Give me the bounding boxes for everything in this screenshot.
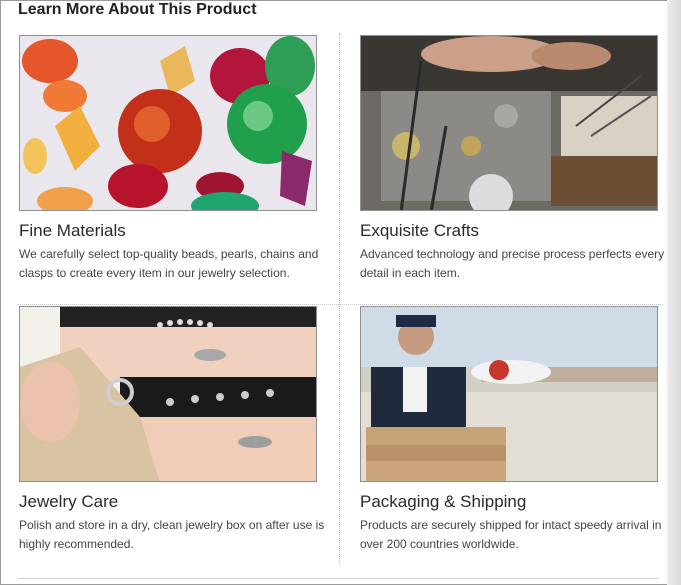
horizontal-divider bbox=[18, 304, 663, 305]
workbench-image bbox=[360, 35, 658, 211]
scroll-shadow bbox=[667, 0, 681, 585]
card-title: Exquisite Crafts bbox=[360, 221, 480, 240]
feature-card-fine-materials: Fine Materials We carefully select top-q… bbox=[19, 35, 319, 283]
vertical-divider bbox=[339, 33, 340, 563]
card-title: Packaging & Shipping bbox=[360, 492, 527, 511]
feature-card-packaging-shipping: Packaging & Shipping Products are secure… bbox=[360, 306, 661, 554]
card-title: Fine Materials bbox=[19, 221, 126, 240]
feature-card-jewelry-care: Jewelry Care Polish and store in a dry, … bbox=[19, 306, 324, 554]
card-description: Polish and store in a dry, clean jewelry… bbox=[19, 518, 325, 551]
card-description: Products are securely shipped for intact… bbox=[360, 518, 662, 551]
card-description: We carefully select top-quality beads, p… bbox=[19, 247, 319, 280]
bottom-divider bbox=[18, 578, 658, 579]
card-description: Advanced technology and precise process … bbox=[360, 247, 665, 280]
courier-image bbox=[360, 306, 658, 482]
section-heading: Learn More About This Product bbox=[18, 1, 257, 18]
gemstones-image bbox=[19, 35, 317, 211]
feature-card-exquisite-crafts: Exquisite Crafts Advanced technology and… bbox=[360, 35, 664, 283]
card-title: Jewelry Care bbox=[19, 492, 119, 511]
jewelry-box-image bbox=[19, 306, 317, 482]
